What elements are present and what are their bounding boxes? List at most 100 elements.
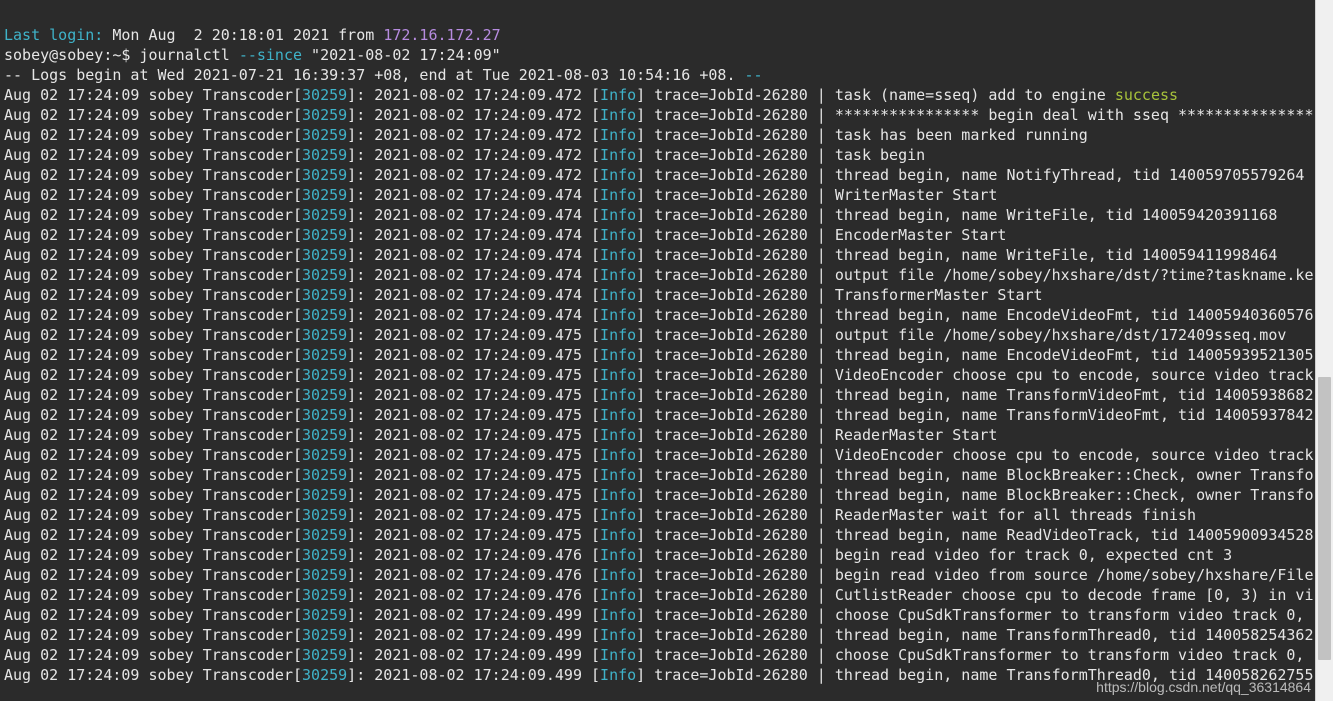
log-level: Info [600,366,637,384]
log-pid-open: [ [292,226,303,244]
log-trace: trace=JobId-26280 | [654,286,835,304]
log-prefix: Aug 02 17:24:09 sobey Transcoder [4,206,293,224]
log-level-close: ] [636,266,655,284]
log-pid-close: ]: [347,446,375,464]
log-message: thread begin, name TransformVideoFmt, ti… [834,386,1314,404]
log-timestamp: 2021-08-02 17:24:09.476 [374,586,592,604]
log-level-close: ] [636,506,655,524]
log-level-close: ] [636,586,655,604]
logs-begin-text: -- Logs begin at Wed 2021-07-21 16:39:37… [4,66,745,84]
log-level: Info [600,126,637,144]
log-message: begin read video for track 0, expected c… [834,546,1233,564]
log-trace: trace=JobId-26280 | [654,486,835,504]
log-trace: trace=JobId-26280 | [654,586,835,604]
log-level: Info [600,226,637,244]
log-trace: trace=JobId-26280 | [654,246,835,264]
log-timestamp: 2021-08-02 17:24:09.474 [374,266,592,284]
command-flag: --since [238,46,303,64]
log-prefix: Aug 02 17:24:09 sobey Transcoder [4,566,293,584]
log-trace: trace=JobId-26280 | [654,426,835,444]
log-pid: 30259 [302,606,348,624]
log-message: ReaderMaster wait for all threads finish [834,506,1197,524]
log-prefix: Aug 02 17:24:09 sobey Transcoder [4,266,293,284]
vertical-scrollbar[interactable] [1315,0,1333,701]
log-line: Aug 02 17:24:09 sobey Transcoder[30259]:… [4,645,1315,665]
log-message: begin read video from source /home/sobey… [834,566,1314,584]
log-level: Info [600,466,637,484]
log-level: Info [600,666,637,684]
log-pid: 30259 [302,146,348,164]
log-level-open: [ [591,386,601,404]
log-message: thread begin, name WriteFile, tid 140059… [834,246,1278,264]
log-prefix: Aug 02 17:24:09 sobey Transcoder [4,366,293,384]
log-timestamp: 2021-08-02 17:24:09.475 [374,386,592,404]
log-line: Aug 02 17:24:09 sobey Transcoder[30259]:… [4,305,1315,325]
log-level-open: [ [591,246,601,264]
log-pid-open: [ [292,386,303,404]
log-level-open: [ [591,666,601,684]
log-prefix: Aug 02 17:24:09 sobey Transcoder [4,386,293,404]
scrollbar-thumb[interactable] [1318,377,1331,660]
log-message: EncoderMaster Start [834,226,1007,244]
terminal-window[interactable]: Last login: Mon Aug 2 20:18:01 2021 from… [0,0,1315,701]
log-pid-open: [ [292,446,303,464]
log-level: Info [600,106,637,124]
log-line: Aug 02 17:24:09 sobey Transcoder[30259]:… [4,105,1315,125]
log-timestamp: 2021-08-02 17:24:09.475 [374,406,592,424]
log-line: Aug 02 17:24:09 sobey Transcoder[30259]:… [4,445,1315,465]
log-level: Info [600,166,637,184]
log-level-open: [ [591,206,601,224]
log-line: Aug 02 17:24:09 sobey Transcoder[30259]:… [4,485,1315,505]
log-level: Info [600,486,637,504]
log-timestamp: 2021-08-02 17:24:09.475 [374,366,592,384]
log-level-open: [ [591,506,601,524]
log-level-close: ] [636,326,655,344]
log-pid: 30259 [302,666,348,684]
log-level-close: ] [636,86,655,104]
log-level-open: [ [591,406,601,424]
log-timestamp: 2021-08-02 17:24:09.472 [374,146,592,164]
log-trace: trace=JobId-26280 | [654,366,835,384]
log-pid: 30259 [302,446,348,464]
log-prefix: Aug 02 17:24:09 sobey Transcoder [4,626,293,644]
last-login-date: Mon Aug 2 20:18:01 2021 from [103,26,384,44]
log-prefix: Aug 02 17:24:09 sobey Transcoder [4,486,293,504]
log-pid-close: ]: [347,566,375,584]
log-level-close: ] [636,366,655,384]
log-line: Aug 02 17:24:09 sobey Transcoder[30259]:… [4,325,1315,345]
log-pid-open: [ [292,586,303,604]
log-level-close: ] [636,406,655,424]
log-trace: trace=JobId-26280 | [654,86,835,104]
log-pid-open: [ [292,206,303,224]
log-message: output file /home/sobey/hxshare/dst/?tim… [834,266,1314,284]
log-level-open: [ [591,626,601,644]
log-pid-open: [ [292,246,303,264]
log-level-close: ] [636,626,655,644]
log-level-close: ] [636,546,655,564]
log-trace: trace=JobId-26280 | [654,106,835,124]
last-login-label: Last login: [4,26,104,44]
log-pid: 30259 [302,106,348,124]
log-pid-close: ]: [347,286,375,304]
log-line: Aug 02 17:24:09 sobey Transcoder[30259]:… [4,245,1315,265]
log-level-open: [ [591,446,601,464]
log-timestamp: 2021-08-02 17:24:09.472 [374,106,592,124]
log-pid: 30259 [302,566,348,584]
log-timestamp: 2021-08-02 17:24:09.499 [374,646,592,664]
log-message: thread begin, name BlockBreaker::Check, … [834,486,1314,504]
log-pid-close: ]: [347,166,375,184]
log-prefix: Aug 02 17:24:09 sobey Transcoder [4,106,293,124]
log-pid-open: [ [292,506,303,524]
log-level-close: ] [636,566,655,584]
log-message: CutlistReader choose cpu to decode frame… [834,586,1314,604]
log-pid-open: [ [292,306,303,324]
log-pid: 30259 [302,546,348,564]
log-level: Info [600,306,637,324]
log-message: thread begin, name TransformThread0, tid… [834,626,1314,644]
log-pid: 30259 [302,286,348,304]
log-pid-close: ]: [347,86,375,104]
log-pid-open: [ [292,626,303,644]
log-message: **************** begin deal with sseq **… [834,106,1314,124]
log-message: thread begin, name TransformVideoFmt, ti… [834,406,1314,424]
log-trace: trace=JobId-26280 | [654,526,835,544]
